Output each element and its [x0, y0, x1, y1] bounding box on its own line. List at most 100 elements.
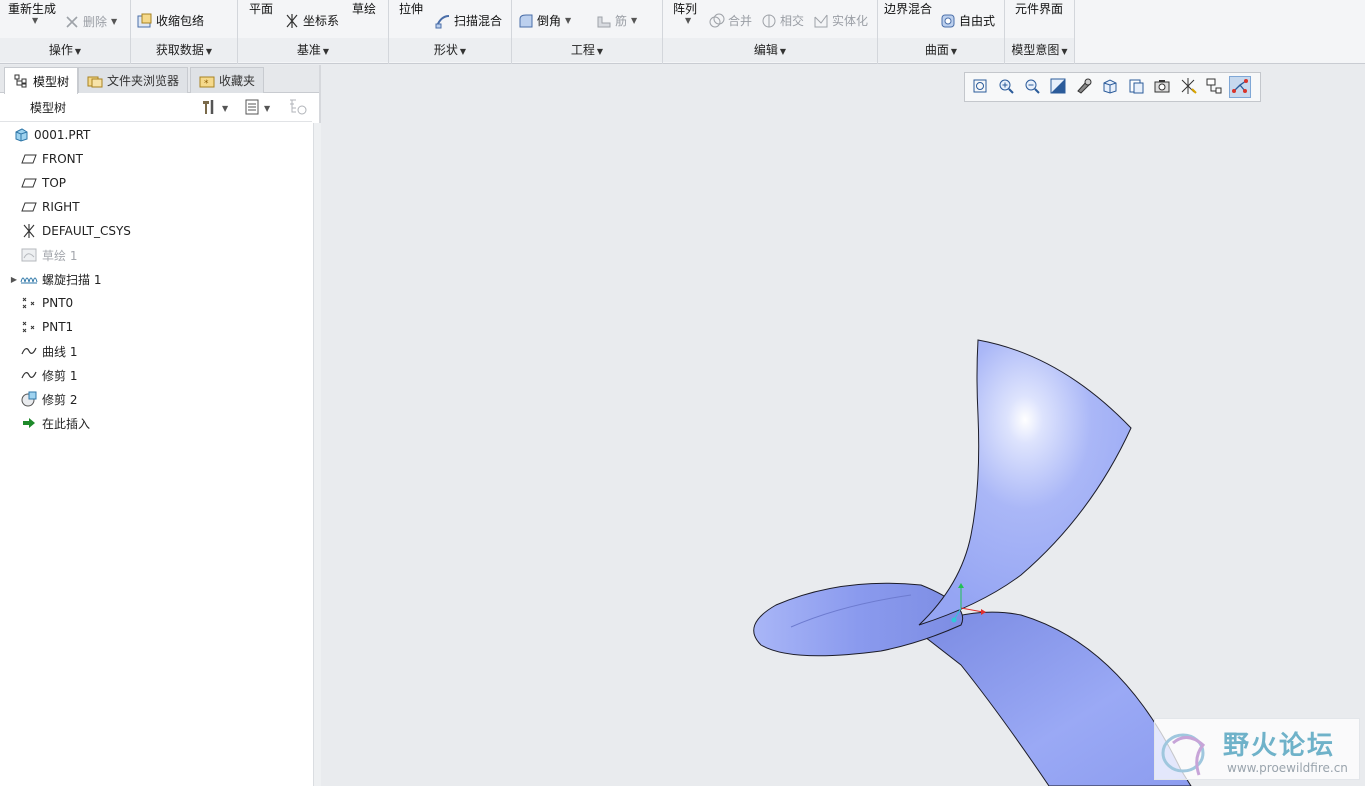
group-label-engineering[interactable]: 工程 ▼: [512, 38, 662, 62]
tab-favorites-label: 收藏夹: [219, 74, 256, 88]
group-label-operations[interactable]: 操作 ▼: [0, 38, 130, 62]
tree-show-button[interactable]: ▼: [244, 99, 270, 117]
merge-button[interactable]: 合并: [709, 12, 752, 29]
view-manager-icon: [1127, 77, 1145, 98]
perspective-button[interactable]: [1151, 76, 1173, 98]
surface-upper-blade[interactable]: [918, 339, 1132, 626]
regenerate-dropdown[interactable]: ▼: [28, 16, 38, 25]
saved-orientations-button[interactable]: [1099, 76, 1121, 98]
intersect-button[interactable]: 相交: [761, 12, 804, 29]
regenerate-button[interactable]: 重新生成: [8, 0, 56, 17]
chevron-down-icon: ▼: [565, 16, 572, 25]
tree-node-helical-sweep[interactable]: ▶ 螺旋扫描 1: [0, 267, 312, 291]
refit-icon: [971, 77, 989, 98]
repaint-button[interactable]: [1047, 76, 1069, 98]
spin-center-button[interactable]: [1229, 76, 1251, 98]
tab-model-tree-label: 模型树: [33, 74, 70, 89]
freestyle-button[interactable]: 自由式: [940, 12, 995, 29]
tab-favorites[interactable]: * 收藏夹: [190, 67, 265, 93]
insert-here-icon: [20, 415, 38, 431]
tree-node-pnt1[interactable]: PNT1: [0, 315, 312, 339]
intersect-label: 相交: [780, 14, 805, 28]
chevron-down-icon: ▼: [222, 103, 229, 113]
expand-arrow-icon[interactable]: ▶: [8, 275, 20, 284]
datum-display-button[interactable]: [1177, 76, 1199, 98]
model-tree-icon: [13, 73, 29, 89]
zoom-out-button[interactable]: [1021, 76, 1043, 98]
show-list-icon: [244, 98, 260, 119]
tree-node-pnt0[interactable]: PNT0: [0, 291, 312, 315]
helical-sweep-icon: [20, 271, 38, 287]
merge-icon: [709, 13, 725, 29]
tree-node-trim-1[interactable]: 修剪 1: [0, 363, 312, 387]
display-style-button[interactable]: [1073, 76, 1095, 98]
solidify-button[interactable]: 实体化: [813, 12, 868, 29]
group-label-model-intent[interactable]: 模型意图 ▼: [1005, 38, 1074, 62]
tree-node-sketch[interactable]: 草绘 1: [0, 243, 312, 267]
tab-model-tree[interactable]: 模型树: [4, 67, 79, 94]
rib-icon: [596, 13, 612, 29]
pattern-dropdown[interactable]: ▼: [681, 16, 691, 25]
group-label-editing[interactable]: 编辑 ▼: [663, 38, 877, 62]
view-manager-button[interactable]: [1125, 76, 1147, 98]
group-label-datum[interactable]: 基准 ▼: [238, 38, 388, 62]
group-label-get-data[interactable]: 获取数据 ▼: [131, 38, 237, 62]
tree-node-top[interactable]: TOP: [0, 171, 312, 195]
group-model-intent: 元件界面 模型意图 ▼: [1005, 0, 1075, 64]
zoom-in-icon: [997, 77, 1015, 98]
group-label-surfaces[interactable]: 曲面 ▼: [878, 38, 1004, 62]
tree-node-insert-here[interactable]: 在此插入: [0, 411, 312, 435]
intersect-icon: [761, 13, 777, 29]
saved-orientations-icon: [1101, 77, 1119, 98]
annotation-display-button[interactable]: [1203, 76, 1225, 98]
sketch-button[interactable]: 草绘: [352, 0, 376, 17]
delete-button[interactable]: 删除 ▼: [64, 13, 117, 30]
extrude-button[interactable]: 拉伸: [399, 0, 423, 17]
freestyle-label: 自由式: [959, 14, 996, 28]
group-label-shapes[interactable]: 形状 ▼: [389, 38, 511, 62]
tree-node-part[interactable]: 0001.PRT: [0, 123, 312, 147]
tab-folder-browser[interactable]: 文件夹浏览器: [78, 67, 189, 93]
tree-node-right[interactable]: RIGHT: [0, 195, 312, 219]
tree-filter-button[interactable]: [288, 99, 308, 117]
plane-button[interactable]: 平面: [249, 0, 273, 17]
csys-button[interactable]: 坐标系: [284, 12, 339, 29]
shrinkwrap-button[interactable]: 收缩包络: [137, 12, 204, 29]
tree-node-default-csys[interactable]: DEFAULT_CSYS: [0, 219, 312, 243]
round-button[interactable]: 倒角 ▼: [518, 12, 571, 29]
surface-lower-band[interactable]: [915, 611, 1192, 786]
datum-point-icon: [20, 295, 38, 311]
datum-plane-icon: [20, 175, 38, 191]
component-interface-label: 元件界面: [1015, 2, 1064, 16]
helical-sweep-model[interactable]: [321, 65, 1365, 786]
zoom-in-button[interactable]: [995, 76, 1017, 98]
rib-button[interactable]: 筋 ▼: [596, 12, 637, 29]
navigator-tabs: 模型树 文件夹浏览器 * 收藏夹: [0, 65, 319, 94]
graphics-window[interactable]: [321, 65, 1365, 786]
tree-node-front[interactable]: FRONT: [0, 147, 312, 171]
group-editing: 阵列 ▼ 合并 相交 实体化 编辑 ▼: [663, 0, 878, 64]
tree-node-trim-2[interactable]: 修剪 2: [0, 387, 312, 411]
pattern-button[interactable]: 阵列: [673, 0, 697, 17]
panel-scrollbar[interactable]: [313, 123, 321, 786]
chevron-down-icon: ▼: [264, 103, 271, 113]
zoom-out-icon: [1023, 77, 1041, 98]
model-tree-header: 模型树 ▼ ▼: [0, 94, 312, 122]
tree-filter-icon: [288, 98, 308, 119]
group-surfaces: 边界混合 自由式 曲面 ▼: [878, 0, 1005, 64]
tree-node-curve-1[interactable]: 曲线 1: [0, 339, 312, 363]
trim-icon: [20, 391, 38, 407]
boundary-blend-button[interactable]: 边界混合: [884, 0, 932, 17]
refit-button[interactable]: [969, 76, 991, 98]
delete-icon: [64, 14, 80, 30]
swept-blend-label: 扫描混合: [454, 14, 503, 28]
ribbon: 重新生成 ▼ 删除 ▼ 操作 ▼ 收缩包络 获取数据 ▼ 平面 草绘 坐标系 基准 ▼ …: [0, 0, 1365, 64]
datum-point-icon: [20, 319, 38, 335]
watermark-url: www.proewildfire.cn: [1227, 761, 1348, 775]
component-interface-button[interactable]: 元件界面: [1015, 0, 1063, 17]
folder-browser-icon: [87, 73, 103, 89]
tree-settings-button[interactable]: ▼: [200, 99, 228, 117]
swept-blend-button[interactable]: 扫描混合: [435, 12, 502, 29]
group-get-data: 收缩包络 获取数据 ▼: [131, 0, 238, 64]
round-icon: [518, 13, 534, 29]
